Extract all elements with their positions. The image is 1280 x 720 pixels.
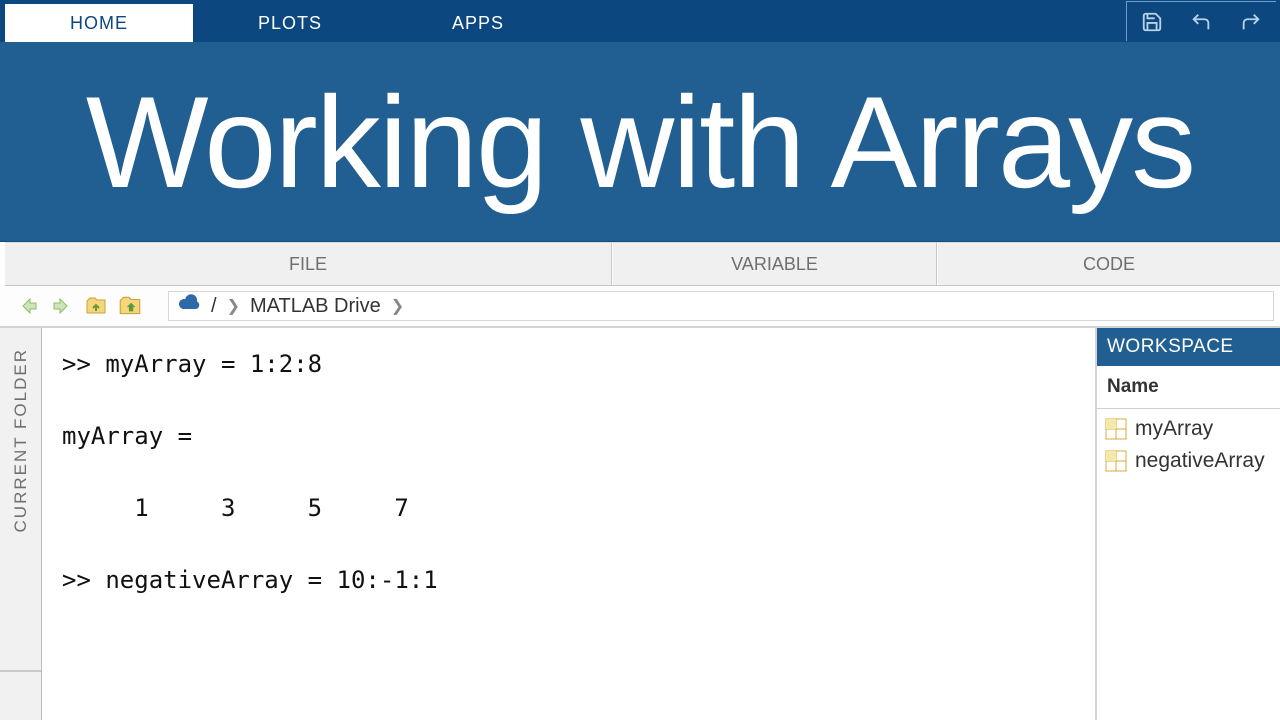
redo-button[interactable]	[1226, 1, 1276, 41]
redo-icon	[1240, 11, 1262, 33]
workspace-variable[interactable]: myArray	[1103, 413, 1274, 445]
undo-button[interactable]	[1176, 1, 1226, 41]
workspace-panel: WORKSPACE Name myArray negativeArray	[1095, 328, 1280, 720]
nav-forward-button[interactable]	[48, 292, 76, 320]
folder-up-icon	[84, 294, 108, 318]
breadcrumb[interactable]: / ❯ MATLAB Drive ❯	[168, 291, 1274, 321]
save-button[interactable]	[1126, 1, 1176, 41]
top-tabstrip: HOME PLOTS APPS	[0, 0, 1280, 42]
nav-up-button[interactable]	[82, 292, 110, 320]
sidebar-drag-handle[interactable]	[0, 670, 41, 720]
cmd-line: myArray =	[62, 422, 192, 450]
cmd-line: 1 3 5 7	[62, 494, 409, 522]
workspace-list: myArray negativeArray	[1097, 409, 1280, 481]
title-banner: Working with Arrays	[0, 42, 1280, 242]
ribbon-section-bar: FILE VARIABLE CODE	[5, 242, 1280, 286]
section-file: FILE	[5, 243, 612, 285]
section-variable: VARIABLE	[612, 243, 937, 285]
folder-browse-icon	[117, 293, 143, 319]
current-folder-panel[interactable]: CURRENT FOLDER	[0, 328, 42, 720]
undo-icon	[1190, 11, 1212, 33]
tab-apps[interactable]: APPS	[387, 4, 569, 42]
chevron-right-icon: ❯	[227, 296, 240, 316]
variable-name: negativeArray	[1135, 449, 1265, 473]
arrow-left-icon	[16, 294, 40, 318]
section-code: CODE	[937, 243, 1280, 285]
variable-icon	[1105, 450, 1127, 472]
command-window[interactable]: >> myArray = 1:2:8 myArray = 1 3 5 7 >> …	[42, 328, 1095, 720]
save-icon	[1141, 11, 1163, 33]
tab-home[interactable]: HOME	[5, 4, 193, 42]
cmd-line: >> negativeArray = 10:-1:1	[62, 566, 438, 594]
banner-title: Working with Arrays	[86, 67, 1194, 217]
path-navbar: / ❯ MATLAB Drive ❯	[0, 286, 1280, 328]
tabstrip-right-tools	[1126, 0, 1280, 42]
workspace-variable[interactable]: negativeArray	[1103, 445, 1274, 477]
variable-name: myArray	[1135, 417, 1213, 441]
tab-plots[interactable]: PLOTS	[193, 4, 387, 42]
arrow-right-icon	[50, 294, 74, 318]
variable-icon	[1105, 418, 1127, 440]
chevron-right-icon: ❯	[391, 296, 404, 316]
current-folder-label: CURRENT FOLDER	[11, 348, 31, 532]
workspace-title[interactable]: WORKSPACE	[1097, 328, 1280, 366]
main-area: CURRENT FOLDER >> myArray = 1:2:8 myArra…	[0, 328, 1280, 720]
breadcrumb-sep: /	[211, 295, 217, 318]
cmd-line: >> myArray = 1:2:8	[62, 350, 322, 378]
nav-back-button[interactable]	[14, 292, 42, 320]
cloud-icon	[177, 293, 201, 319]
breadcrumb-item[interactable]: MATLAB Drive	[250, 295, 381, 318]
workspace-column-header[interactable]: Name	[1097, 366, 1280, 409]
nav-browse-button[interactable]	[116, 292, 144, 320]
